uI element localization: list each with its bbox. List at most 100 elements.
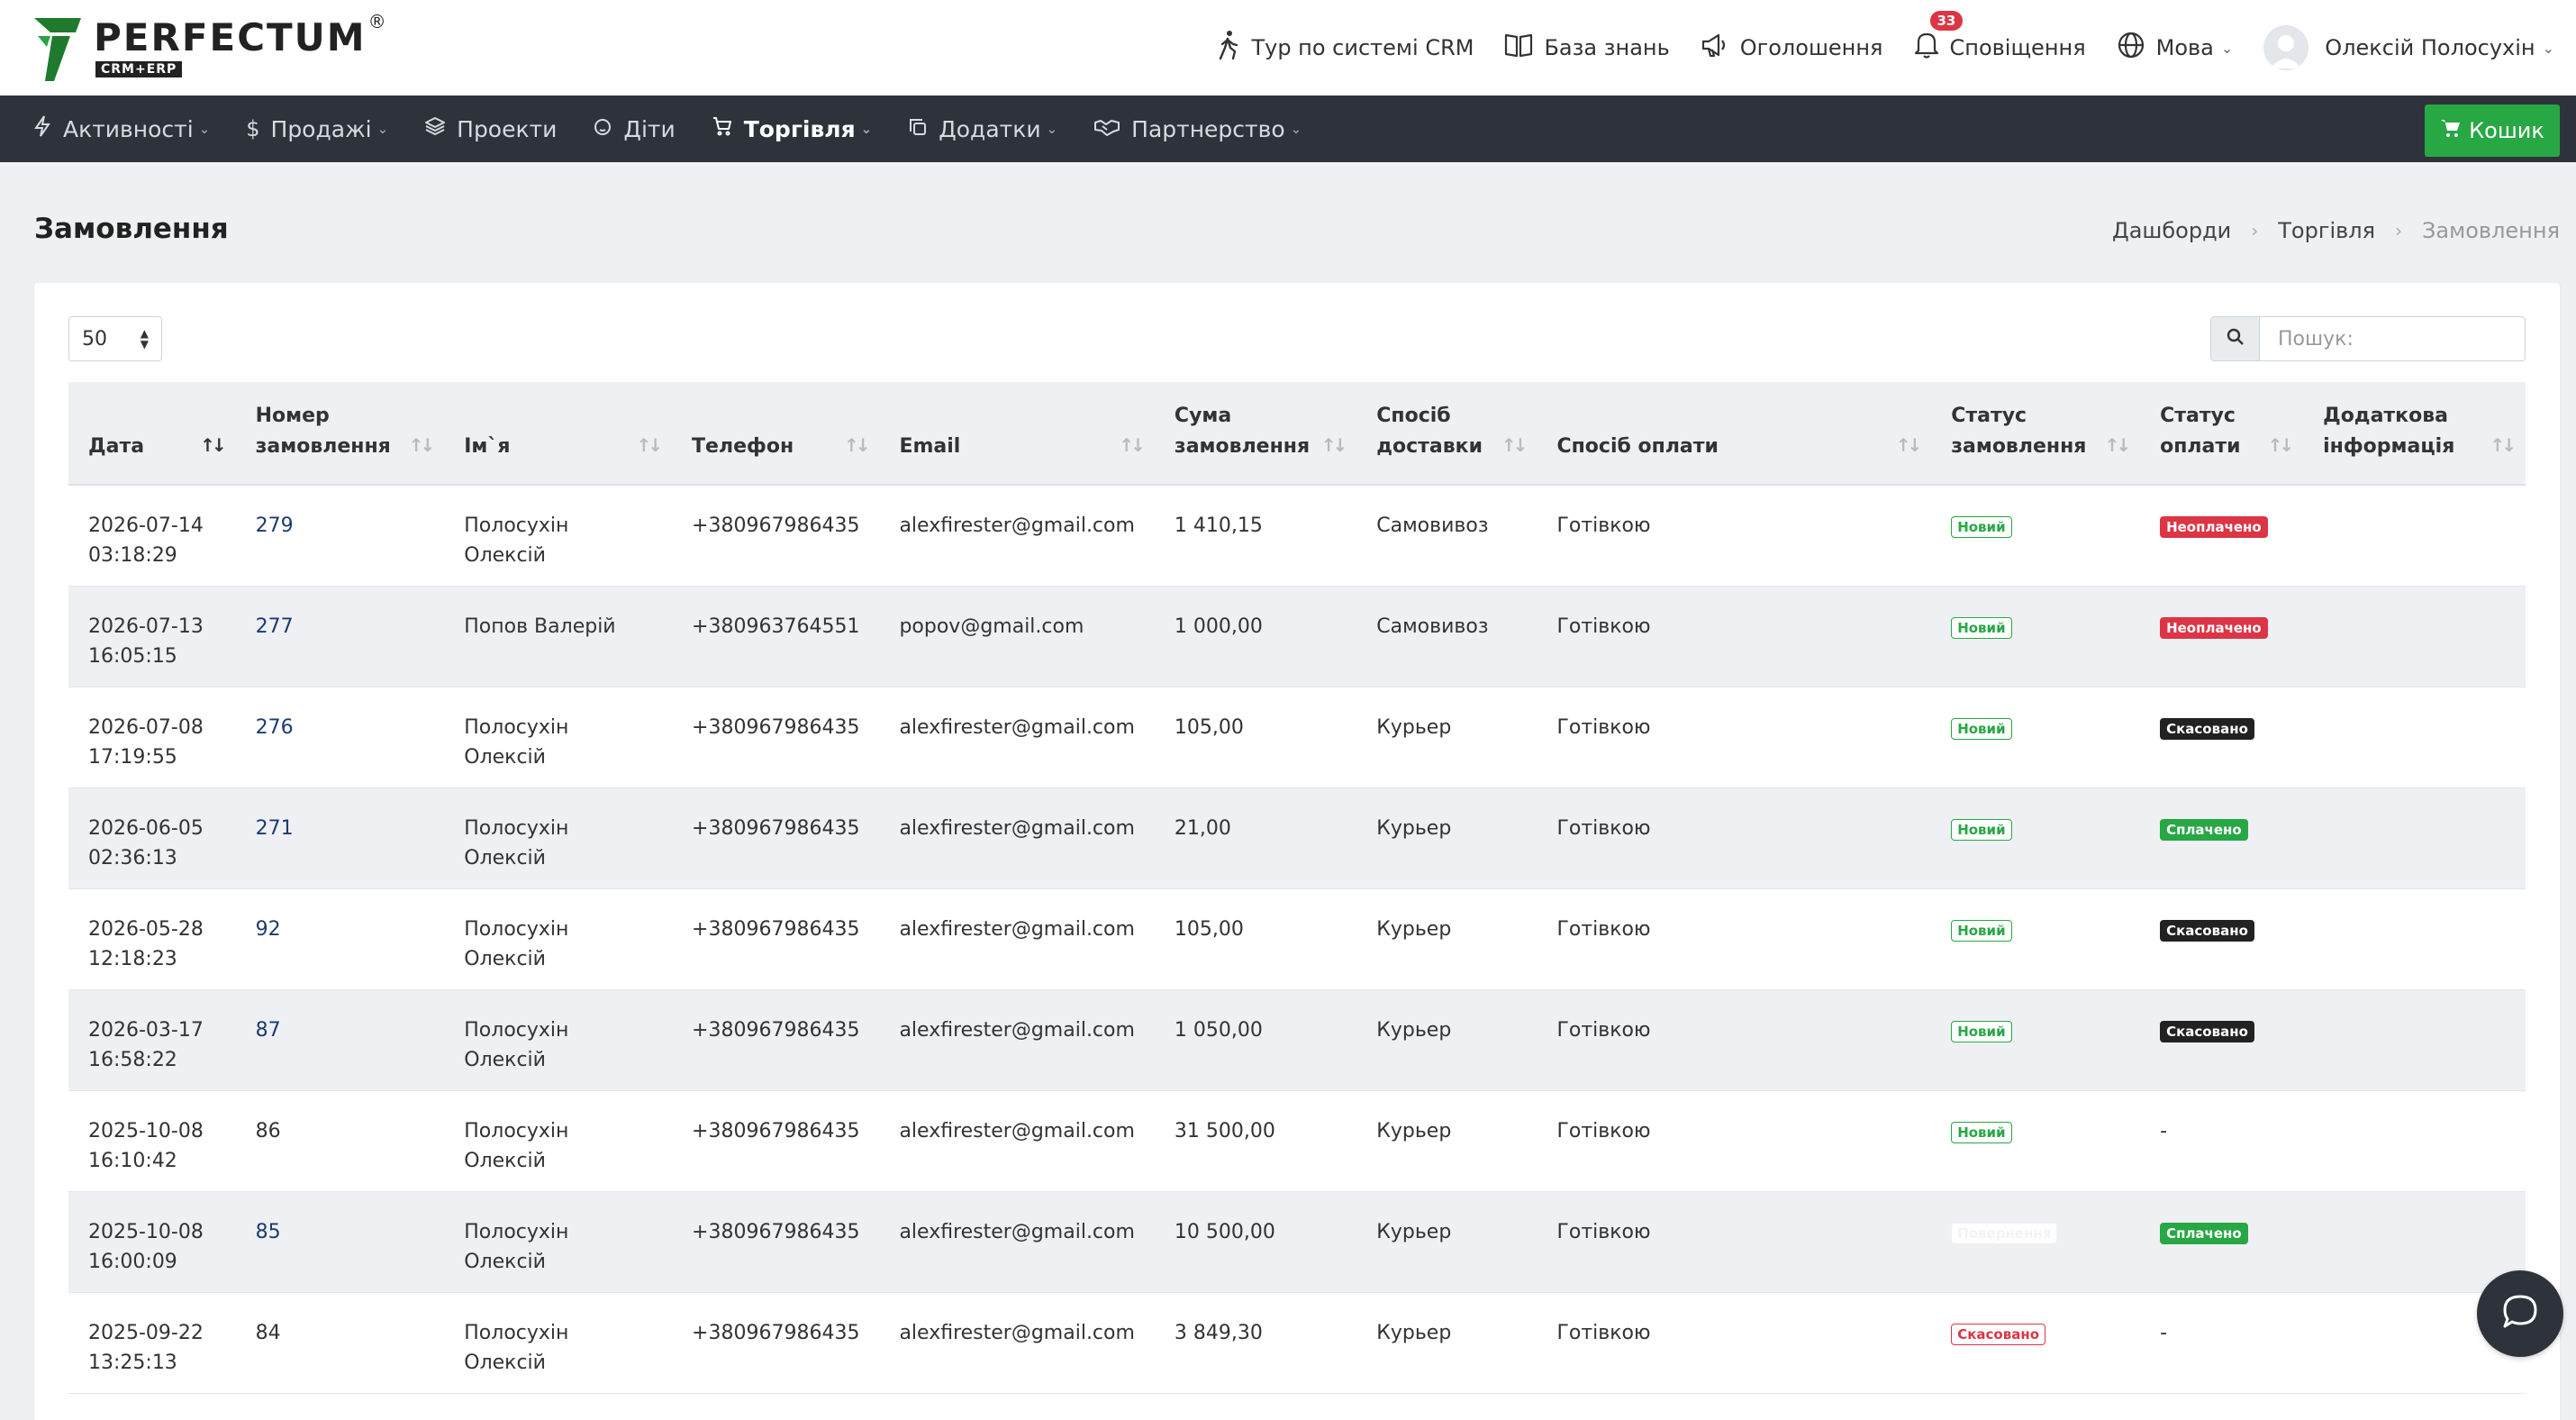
chevron-down-icon: ⌄ — [376, 121, 389, 137]
cell-phone: +380967986435 — [692, 1018, 860, 1042]
cell-date: 2026-07-08 17:19:55 — [88, 715, 204, 769]
payment-status-badge: Неоплачено — [2160, 616, 2268, 639]
col-header-payment-method[interactable]: Спосіб оплати ↑↓ — [1537, 382, 1931, 485]
order-status-badge: Скасовано — [1951, 1323, 2045, 1345]
chevron-down-icon: ⌄ — [860, 121, 873, 137]
cell-delivery: Самовивоз — [1376, 514, 1489, 537]
cell-order-number: 276 — [236, 687, 445, 787]
payment-status-badge: Сплачено — [2160, 818, 2248, 841]
book-icon — [1504, 32, 1544, 63]
cell-email: alexfirester@gmail.com — [899, 1119, 1135, 1142]
user-menu[interactable]: Олексій Полосухін ⌄ — [2263, 25, 2554, 70]
cell-payment-method: Готівкою — [1556, 1220, 1651, 1243]
nav-item-sales[interactable]: $ Продажі ⌄ — [246, 96, 388, 162]
table-row[interactable]: 2025-10-08 16:10:42 86 Полосухін Олексій +38… — [68, 1090, 2526, 1191]
nav-item-partnership[interactable]: Партнерство ⌄ — [1093, 96, 1302, 162]
cell-order-number: 87 — [236, 989, 445, 1090]
cart-button[interactable]: Кошик — [2425, 105, 2560, 157]
cell-payment-status: - — [2140, 1292, 2303, 1393]
cell-order-number: 271 — [236, 787, 445, 888]
cart-icon — [712, 115, 744, 142]
search-input[interactable] — [2260, 316, 2526, 361]
col-header-delivery[interactable]: Спосіб доставки ↑↓ — [1356, 382, 1537, 485]
cell-extra-info — [2303, 485, 2526, 586]
nav-item-addons[interactable]: Додатки ⌄ — [908, 96, 1057, 162]
cell-payment-method: Готівкою — [1556, 614, 1651, 638]
cell-extra-info — [2303, 1090, 2526, 1191]
chevron-right-icon: › — [2251, 220, 2259, 241]
cell-email: alexfirester@gmail.com — [899, 715, 1135, 739]
breadcrumb-dashboards[interactable]: Дашборди — [2112, 218, 2231, 243]
cell-name: Полосухін Олексій — [464, 514, 569, 567]
col-header-sum[interactable]: Сума замовлення ↑↓ — [1155, 382, 1356, 485]
cell-delivery: Курьер — [1376, 1018, 1452, 1042]
table-row[interactable]: 2026-07-14 03:18:29 279 Полосухін Олексій +3… — [68, 485, 2526, 586]
cell-payment-method: Готівкою — [1556, 1321, 1651, 1344]
cell-name: Полосухін Олексій — [464, 715, 569, 769]
nav-item-trade[interactable]: Торгівля ⌄ — [712, 96, 873, 162]
page-length-select[interactable]: 50 ▲ ▼ — [68, 316, 162, 361]
copy-icon — [908, 116, 939, 142]
col-header-email[interactable]: Email ↑↓ — [879, 382, 1154, 485]
col-header-name[interactable]: Ім`я ↑↓ — [444, 382, 672, 485]
cell-email: alexfirester@gmail.com — [899, 1220, 1135, 1243]
lightning-icon — [32, 114, 63, 143]
knowledge-base-link[interactable]: База знань — [1504, 32, 1670, 63]
cell-order-number: 279 — [236, 485, 445, 586]
cell-date: 2025-10-08 16:10:42 — [88, 1119, 204, 1172]
table-row[interactable]: 2026-05-28 12:18:23 92 Полосухін Олексій +38… — [68, 888, 2526, 989]
cell-phone: +380967986435 — [692, 1220, 860, 1243]
globe-icon — [2117, 31, 2156, 65]
cell-payment-method: Готівкою — [1556, 1119, 1651, 1142]
order-number-link[interactable]: 92 — [256, 918, 281, 941]
order-number-link[interactable]: 271 — [256, 817, 294, 840]
table-row[interactable]: 2025-09-22 13:25:13 84 Полосухін Олексій +38… — [68, 1292, 2526, 1393]
table-row[interactable]: 2026-06-05 02:36:13 271 Полосухін Олексій +3… — [68, 787, 2526, 888]
breadcrumb-trade[interactable]: Торгівля — [2278, 218, 2375, 243]
order-number-link[interactable]: 276 — [256, 716, 294, 739]
search-button[interactable] — [2210, 316, 2260, 361]
nav-item-children[interactable]: Діти — [593, 96, 676, 162]
order-status-badge: Новий — [1951, 717, 2012, 740]
order-status-badge: Новий — [1951, 1121, 2012, 1143]
order-number-link[interactable]: 85 — [256, 1221, 281, 1243]
cell-date: 2026-05-28 12:18:23 — [88, 917, 204, 970]
cell-order-status: Новий — [1931, 586, 2140, 687]
brand-name: PERFECTUM — [94, 15, 367, 59]
cell-order-number: 85 — [236, 1191, 445, 1292]
cell-sum: 3 849,30 — [1174, 1321, 1263, 1344]
table-row[interactable]: 2026-07-13 16:05:15 277 Попов Валерій +38096… — [68, 586, 2526, 687]
col-header-extra-info[interactable]: Додаткова інформація ↑↓ — [2303, 382, 2526, 485]
cell-payment-method: Готівкою — [1556, 514, 1651, 537]
language-dropdown[interactable]: Мова ⌄ — [2117, 31, 2233, 65]
col-header-order-status[interactable]: Статус замовлення ↑↓ — [1931, 382, 2140, 485]
table-row[interactable]: 2025-10-08 16:00:09 85 Полосухін Олексій +38… — [68, 1191, 2526, 1292]
nav-item-projects[interactable]: Проекти — [424, 96, 557, 162]
payment-status-badge: Скасовано — [2160, 717, 2254, 740]
col-header-phone[interactable]: Телефон ↑↓ — [672, 382, 879, 485]
cell-payment-status: Сплачено — [2140, 1191, 2303, 1292]
notifications-link[interactable]: 33 Сповіщення — [1914, 11, 2086, 65]
cell-payment-status: Неоплачено — [2140, 485, 2303, 586]
crm-tour-link[interactable]: Тур по системі CRM — [1217, 30, 1474, 66]
order-number-link[interactable]: 87 — [256, 1019, 281, 1042]
col-header-order-number[interactable]: Номер замовлення ↑↓ — [236, 382, 445, 485]
nav-item-activities[interactable]: Активності ⌄ — [32, 96, 210, 162]
col-header-payment-status[interactable]: Статус оплати ↑↓ — [2140, 382, 2303, 485]
cell-order-number: 86 — [255, 1119, 281, 1142]
col-header-date[interactable]: Дата ↑↓ — [68, 382, 236, 485]
table-row[interactable]: 2026-07-08 17:19:55 276 Полосухін Олексій +3… — [68, 687, 2526, 787]
cell-email: popov@gmail.com — [899, 614, 1084, 638]
chat-button[interactable] — [2477, 1270, 2563, 1357]
cell-order-status: Скасовано — [1931, 1292, 2140, 1393]
cell-payment-status: Неоплачено — [2140, 586, 2303, 687]
payment-status-badge: Скасовано — [2160, 1020, 2254, 1042]
brand-registered-mark: ® — [367, 11, 386, 32]
order-number-link[interactable]: 279 — [256, 514, 294, 537]
order-number-link[interactable]: 277 — [256, 615, 294, 638]
cell-delivery: Курьер — [1376, 715, 1452, 739]
brand-logo[interactable]: PERFECTUM ® CRM+ERP — [34, 11, 386, 81]
announcements-link[interactable]: Оголошення — [1701, 32, 1883, 63]
cell-delivery: Курьер — [1376, 917, 1452, 941]
table-row[interactable]: 2026-03-17 16:58:22 87 Полосухін Олексій +38… — [68, 989, 2526, 1090]
